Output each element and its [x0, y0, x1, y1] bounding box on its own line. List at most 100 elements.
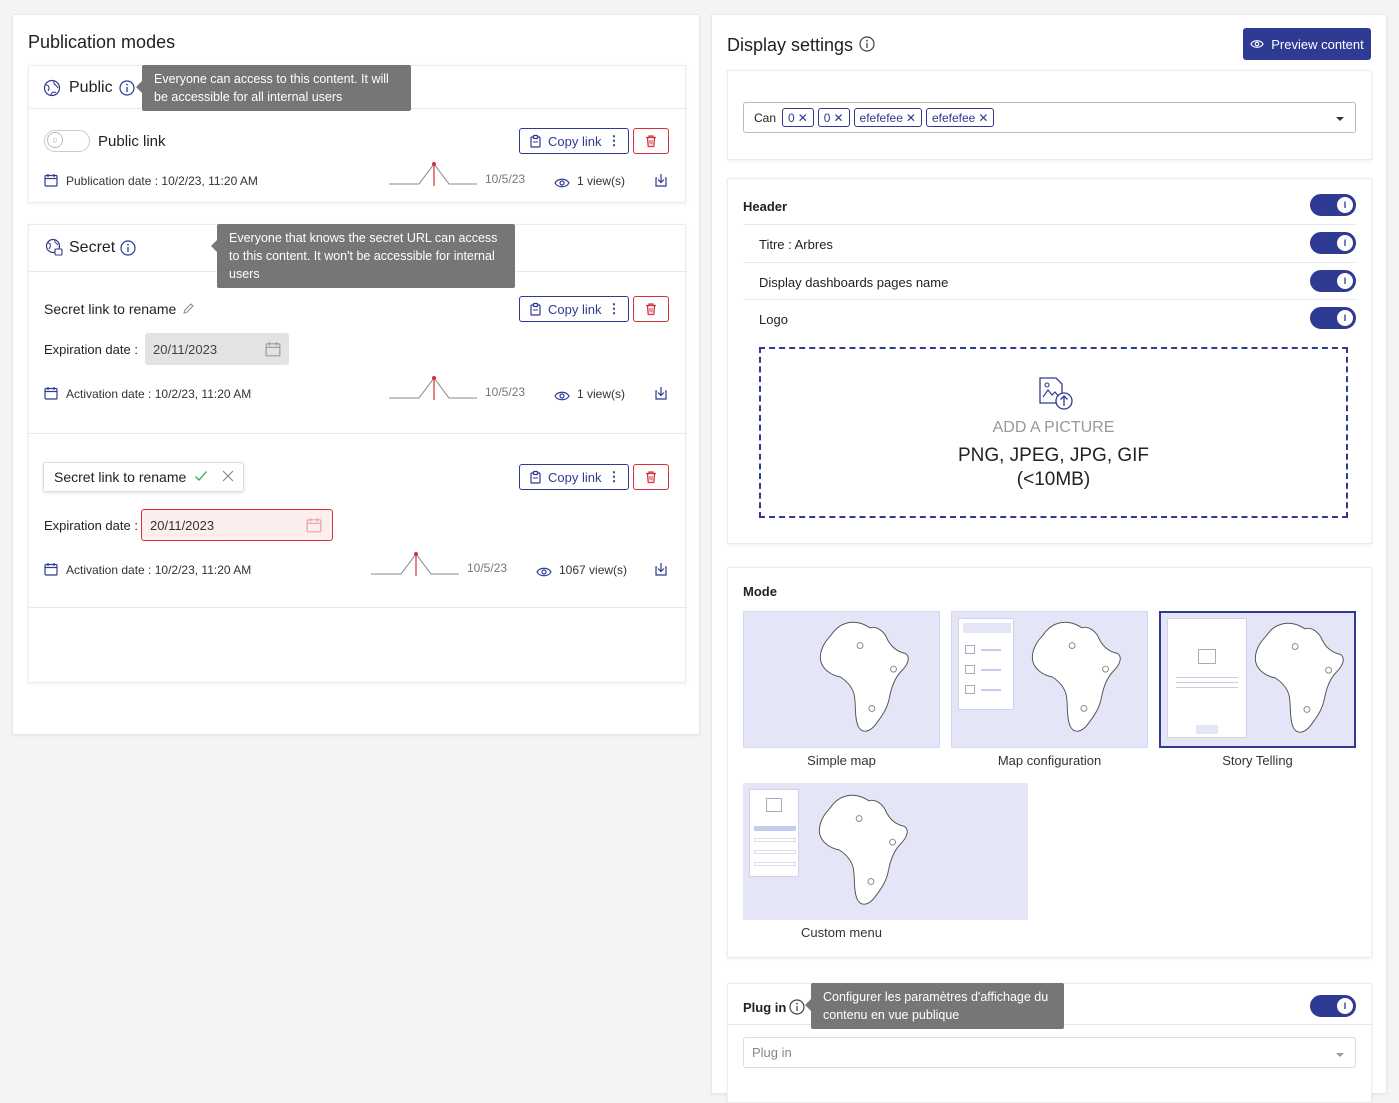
upload-title: ADD A PICTURE: [992, 419, 1115, 436]
close-icon[interactable]: ✕: [978, 111, 988, 125]
public-tooltip-text: Everyone can access to this content. It …: [154, 72, 389, 104]
africa-map-illustration: [816, 618, 916, 736]
expiration-date-value: 20/11/2023: [150, 517, 215, 533]
upload-dropzone[interactable]: ADD A PICTURE PNG, JPEG, JPG, GIF (<10MB…: [759, 347, 1348, 518]
toggle-knob: I: [1337, 273, 1353, 289]
views-sparkline: [371, 552, 459, 581]
mode-section: Mode Simple map Map configuration Story …: [727, 567, 1372, 958]
views-sparkline: [389, 162, 477, 191]
mode-option-map-configuration[interactable]: [951, 611, 1148, 748]
plugin-toggle[interactable]: I: [1310, 995, 1356, 1017]
caret-down-icon[interactable]: [1335, 1048, 1345, 1063]
mode-title: Mode: [743, 584, 777, 599]
public-info-icon[interactable]: [119, 80, 135, 99]
secret-link-name: Secret link to rename: [44, 301, 177, 317]
mode-label: Map configuration: [997, 753, 1102, 768]
delete-button[interactable]: [633, 128, 669, 154]
mode-option-simple-map[interactable]: [743, 611, 940, 748]
public-link-label: Public link: [98, 133, 166, 150]
public-title: Public: [69, 79, 113, 96]
tag-chip-label: 0: [823, 110, 831, 125]
sparkline-date: 10/5/23: [467, 561, 508, 575]
toggle-knob: I: [1337, 197, 1353, 213]
secret-title: Secret: [69, 239, 116, 256]
plugin-title: Plug in: [743, 1000, 787, 1015]
divider: [29, 433, 687, 434]
cancel-close-icon[interactable]: [222, 470, 234, 485]
more-vertical-icon[interactable]: ⋮: [607, 133, 620, 149]
confirm-check-icon[interactable]: [194, 469, 208, 486]
edit-pencil-icon[interactable]: [182, 302, 195, 318]
activation-date: Activation date : 10/2/23, 11:20 AM: [66, 563, 252, 577]
delete-button[interactable]: [633, 464, 669, 490]
tag-chip-label: efefefee: [931, 110, 976, 125]
copy-link-label: Copy link: [548, 133, 602, 149]
tags-prefix: Can: [754, 110, 777, 125]
eye-icon: [554, 176, 570, 191]
toggle-knob: I: [1337, 235, 1353, 251]
publication-date: Publication date : 10/2/23, 11:20 AM: [66, 174, 258, 188]
divider: [743, 262, 1356, 263]
clipboard-icon: [528, 470, 542, 484]
divider: [29, 607, 687, 608]
close-icon[interactable]: ✕: [906, 111, 916, 125]
preview-content-button[interactable]: Preview content: [1243, 28, 1371, 60]
download-icon[interactable]: [654, 173, 668, 190]
plugin-info-icon[interactable]: [789, 999, 805, 1018]
tag-chip[interactable]: 0 ✕: [817, 108, 850, 127]
mode-option-custom-menu[interactable]: [743, 783, 1028, 920]
tag-chip-label: efefefee: [859, 110, 903, 125]
tag-chip[interactable]: 0 ✕: [782, 108, 814, 127]
logo-toggle[interactable]: I: [1310, 307, 1356, 329]
download-icon[interactable]: [654, 386, 668, 403]
divider: [743, 224, 1356, 225]
display-settings-info-icon[interactable]: [859, 36, 875, 55]
publication-modes-title: Publication modes: [28, 32, 176, 52]
copy-link-label: Copy link: [548, 301, 602, 317]
download-icon[interactable]: [654, 562, 668, 579]
upload-formats: PNG, JPEG, JPG, GIF: [957, 445, 1150, 466]
trash-icon: [644, 470, 658, 484]
expiration-date-input[interactable]: 20/11/2023: [141, 509, 333, 541]
close-icon[interactable]: ✕: [798, 111, 808, 125]
copy-link-button[interactable]: Copy link ⋮: [519, 464, 630, 490]
calendar-icon: [44, 173, 58, 190]
tags-select[interactable]: Can 0 ✕ 0 ✕ efefefee ✕ efefefee ✕: [743, 102, 1356, 133]
mode-option-story-telling[interactable]: [1159, 611, 1356, 748]
close-icon[interactable]: ✕: [833, 111, 843, 125]
header-title: Header: [743, 199, 788, 214]
public-link-toggle[interactable]: ○: [44, 130, 90, 152]
eye-icon: [536, 565, 552, 580]
tag-chip[interactable]: efefefee ✕: [853, 108, 922, 127]
views-sparkline: [389, 376, 477, 405]
more-vertical-icon[interactable]: ⋮: [607, 469, 620, 485]
header-row-title: Titre : Arbres: [759, 237, 833, 252]
plugin-select[interactable]: Plug in: [743, 1037, 1356, 1068]
header-toggle[interactable]: I: [1310, 194, 1356, 216]
dashboards-name-toggle[interactable]: I: [1310, 270, 1356, 292]
header-row-dashboards: Display dashboards pages name: [759, 275, 949, 290]
toggle-knob: I: [1337, 310, 1353, 326]
secret-info-icon[interactable]: [120, 240, 136, 259]
views-count: 1 view(s): [577, 174, 626, 188]
expiration-date-input[interactable]: 20/11/2023: [145, 333, 289, 365]
header-section: Header I Titre : Arbres I Display dashbo…: [727, 178, 1372, 544]
copy-link-button[interactable]: Copy link ⋮: [519, 128, 630, 154]
tag-chip[interactable]: efefefee ✕: [925, 108, 995, 127]
sparkline-date: 10/5/23: [485, 172, 526, 186]
title-toggle[interactable]: I: [1310, 232, 1356, 254]
expiration-label: Expiration date :: [44, 518, 138, 533]
rename-input[interactable]: Secret link to rename: [43, 462, 244, 492]
copy-link-button[interactable]: Copy link ⋮: [519, 296, 630, 322]
calendar-icon[interactable]: [306, 517, 322, 536]
calendar-icon[interactable]: [265, 341, 281, 360]
more-vertical-icon[interactable]: ⋮: [607, 301, 620, 317]
menu-panel-illustration: [749, 789, 799, 877]
plugin-tooltip: Configurer les paramètres d'affichage du…: [805, 983, 1064, 1029]
tags-section: Can 0 ✕ 0 ✕ efefefee ✕ efefefee ✕: [727, 70, 1372, 160]
toggle-knob: ○: [47, 132, 63, 148]
calendar-icon: [44, 386, 58, 403]
caret-down-icon[interactable]: [1335, 112, 1345, 127]
delete-button[interactable]: [633, 296, 669, 322]
trash-icon: [644, 302, 658, 316]
